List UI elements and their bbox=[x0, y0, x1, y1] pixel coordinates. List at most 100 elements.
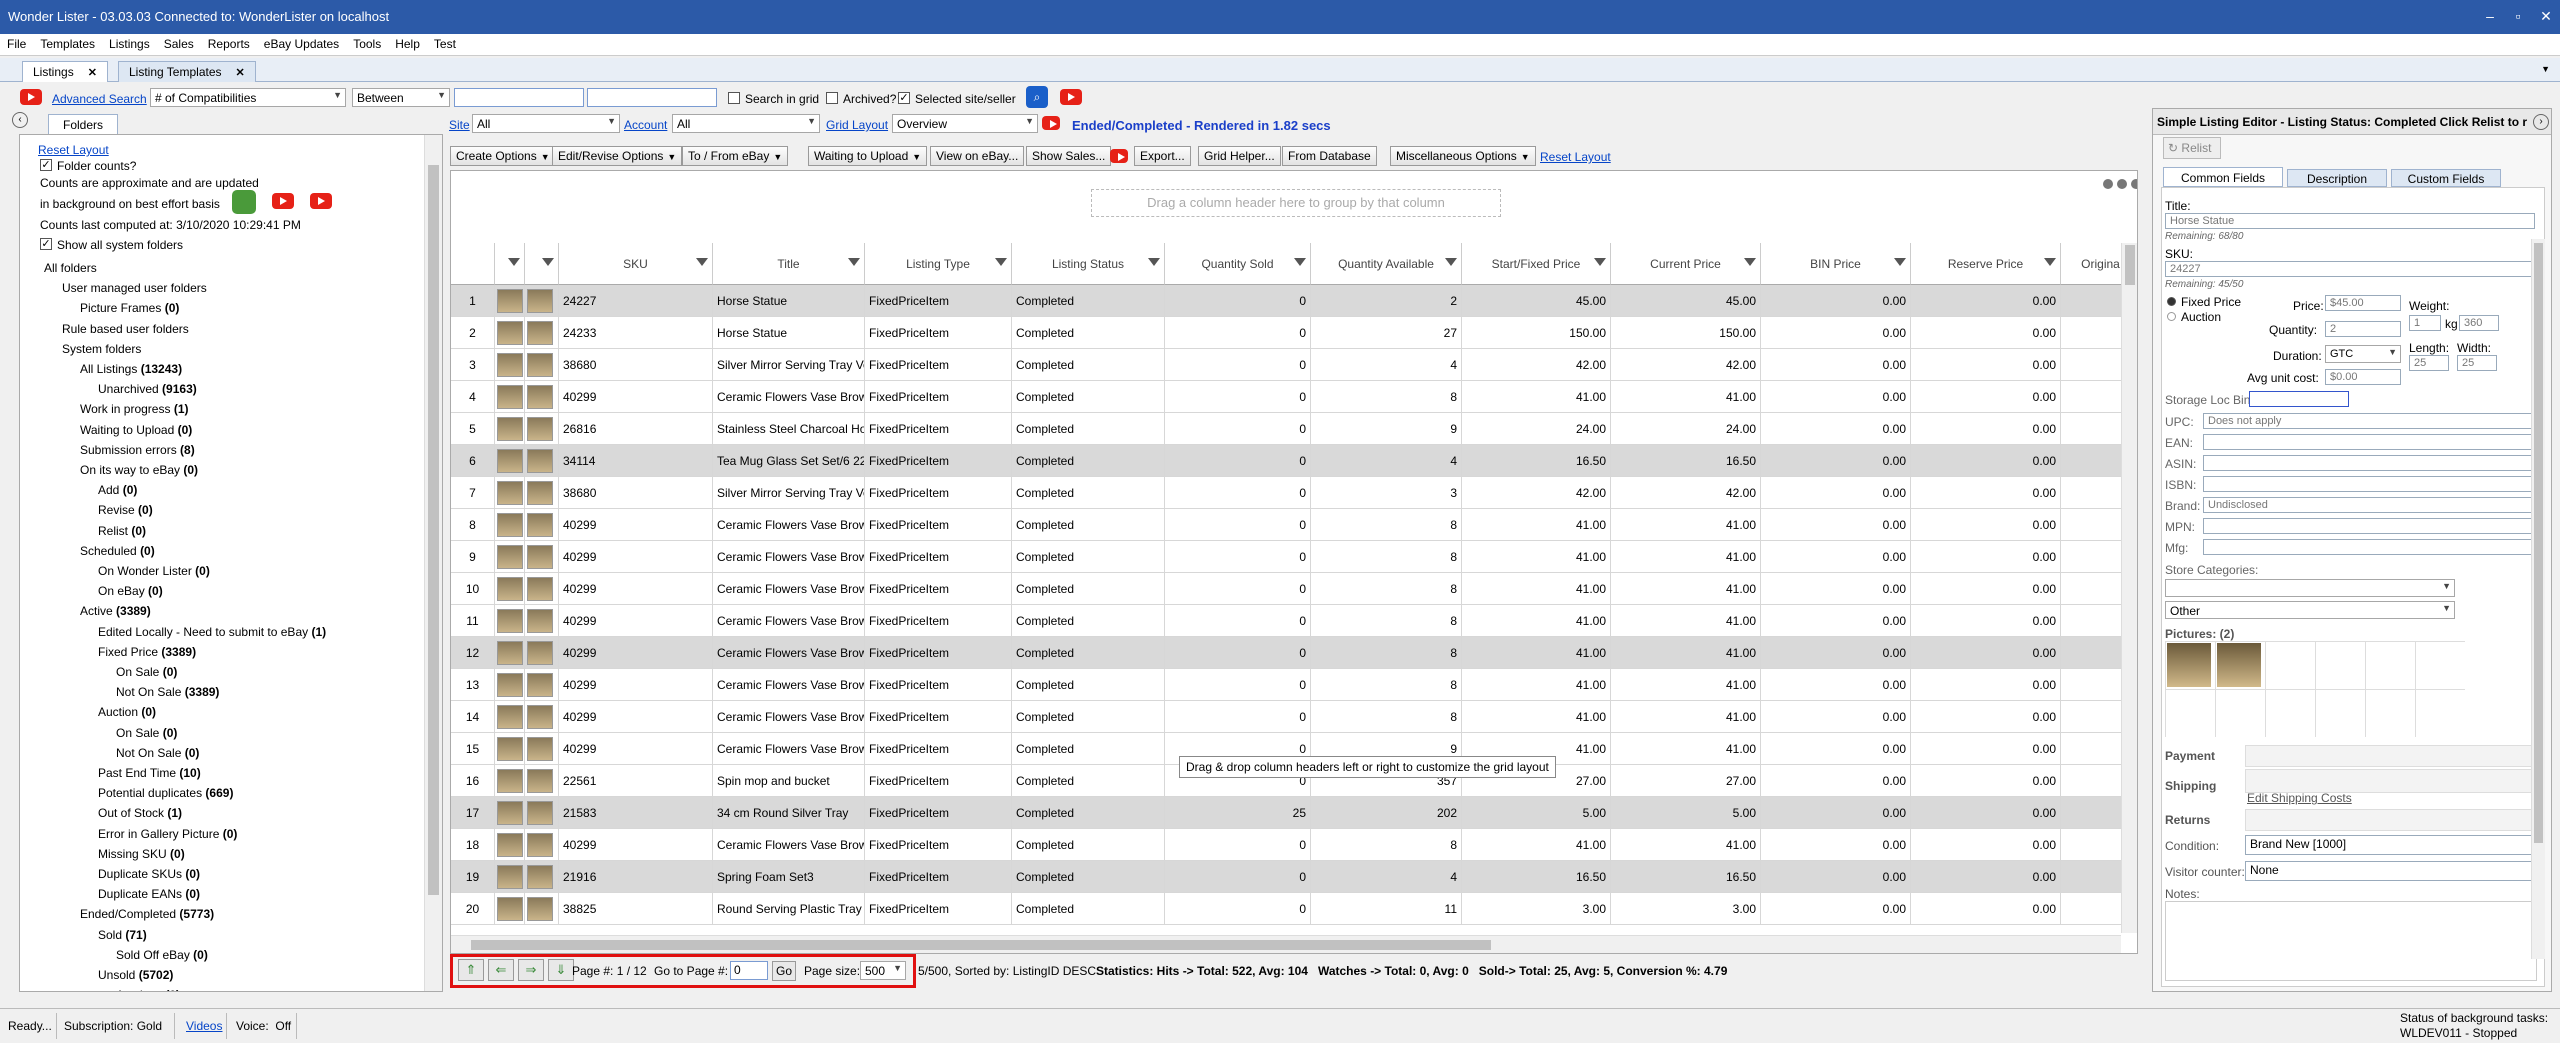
table-cell[interactable]: FixedPriceItem bbox=[865, 509, 1012, 541]
refresh-counts-icon[interactable] bbox=[232, 190, 256, 214]
table-cell[interactable]: 0.00 bbox=[1911, 541, 2061, 573]
table-cell[interactable]: 41.00 bbox=[1611, 381, 1761, 413]
table-cell[interactable]: Completed bbox=[1012, 637, 1165, 669]
table-cell[interactable]: Completed bbox=[1012, 413, 1165, 445]
table-cell[interactable]: FixedPriceItem bbox=[865, 861, 1012, 893]
toolbar-show-sales-button[interactable]: Show Sales... bbox=[1026, 146, 1112, 166]
folder-item[interactable]: Revise (0) bbox=[98, 503, 153, 517]
table-cell[interactable]: Completed bbox=[1012, 541, 1165, 573]
page-size-select[interactable]: 500 ▼ bbox=[860, 961, 906, 980]
youtube-icon[interactable] bbox=[1110, 149, 1128, 163]
table-cell[interactable]: 0 bbox=[1165, 669, 1311, 701]
thumbnail-cell[interactable] bbox=[495, 829, 525, 861]
filter-icon[interactable] bbox=[508, 258, 520, 266]
table-cell[interactable]: 8 bbox=[1311, 701, 1462, 733]
column-header[interactable]: Listing Status bbox=[1012, 243, 1165, 285]
table-cell[interactable]: FixedPriceItem bbox=[865, 445, 1012, 477]
menu-tools[interactable]: Tools bbox=[346, 34, 388, 54]
table-cell[interactable]: 25 bbox=[1165, 797, 1311, 829]
table-cell[interactable]: 0 bbox=[1165, 605, 1311, 637]
table-cell[interactable]: Silver Mirror Serving Tray Ve bbox=[713, 477, 865, 509]
picture-thumbnail[interactable] bbox=[2167, 643, 2211, 687]
column-header[interactable]: Title bbox=[713, 243, 865, 285]
table-cell[interactable]: FixedPriceItem bbox=[865, 701, 1012, 733]
table-cell[interactable]: 0.00 bbox=[1911, 349, 2061, 381]
grid-hscrollbar[interactable] bbox=[451, 935, 2121, 953]
table-cell[interactable]: 0.00 bbox=[1761, 893, 1911, 925]
toolbar-edit-revise-options-button[interactable]: Edit/Revise Options ▼ bbox=[552, 146, 683, 166]
folder-item[interactable]: On Sale (0) bbox=[116, 726, 177, 740]
table-cell[interactable]: Round Serving Plastic Tray 3 bbox=[713, 893, 865, 925]
thumbnail-cell[interactable] bbox=[495, 797, 525, 829]
table-cell[interactable]: Tea Mug Glass Set Set/6 22 bbox=[713, 445, 865, 477]
table-cell[interactable]: 38825 bbox=[559, 893, 713, 925]
table-cell[interactable]: 16.50 bbox=[1462, 445, 1611, 477]
folder-item[interactable]: On Wonder Lister (0) bbox=[98, 564, 210, 578]
tab-listing-templates[interactable]: Listing Templates ✕ bbox=[118, 61, 256, 82]
table-cell[interactable]: 40299 bbox=[559, 381, 713, 413]
table-cell[interactable]: 4 bbox=[1311, 349, 1462, 381]
thumbnail-cell[interactable] bbox=[525, 669, 559, 701]
toolbar-waiting-to-upload-button[interactable]: Waiting to Upload ▼ bbox=[808, 146, 928, 166]
table-cell[interactable]: 22561 bbox=[559, 765, 713, 797]
table-row[interactable]: 10 40299 Ceramic Flowers Vase Brow FixedPri… bbox=[451, 573, 2137, 605]
next-page-icon[interactable]: ⇒ bbox=[518, 959, 544, 981]
table-cell[interactable]: 0.00 bbox=[1761, 765, 1911, 797]
close-icon[interactable]: ✕ bbox=[2536, 6, 2556, 26]
table-cell[interactable]: 42.00 bbox=[1462, 349, 1611, 381]
thumbnail-cell[interactable] bbox=[525, 381, 559, 413]
table-row[interactable]: 3 38680 Silver Mirror Serving Tray Ve Fixed… bbox=[451, 349, 2137, 381]
folder-item[interactable]: Edited Locally - Need to submit to eBay … bbox=[98, 625, 326, 639]
selected-site-checkbox[interactable]: ✓ bbox=[898, 92, 910, 104]
table-cell[interactable]: FixedPriceItem bbox=[865, 381, 1012, 413]
folder-item[interactable]: Sold Off eBay (0) bbox=[116, 948, 208, 962]
table-cell[interactable]: 0.00 bbox=[1761, 573, 1911, 605]
editor-scrollbar[interactable] bbox=[2531, 239, 2545, 959]
folder-item[interactable]: All folders bbox=[44, 261, 97, 275]
table-cell[interactable]: 0.00 bbox=[1761, 285, 1911, 317]
table-cell[interactable]: 0 bbox=[1165, 317, 1311, 349]
table-cell[interactable]: 16.50 bbox=[1611, 445, 1761, 477]
thumbnail-cell[interactable] bbox=[525, 445, 559, 477]
table-cell[interactable]: 24233 bbox=[559, 317, 713, 349]
folder-item[interactable]: On its way to eBay (0) bbox=[80, 463, 198, 477]
table-row[interactable]: 18 40299 Ceramic Flowers Vase Brow FixedPri… bbox=[451, 829, 2137, 861]
table-cell[interactable]: 8 bbox=[1311, 637, 1462, 669]
table-cell[interactable]: 16.50 bbox=[1462, 861, 1611, 893]
folder-item[interactable]: Duplicate EANs (0) bbox=[98, 887, 200, 901]
table-cell[interactable]: 41.00 bbox=[1611, 573, 1761, 605]
thumbnail-cell[interactable] bbox=[525, 701, 559, 733]
table-cell[interactable]: 3.00 bbox=[1611, 893, 1761, 925]
table-cell[interactable]: 2 bbox=[1311, 285, 1462, 317]
table-cell[interactable]: 45.00 bbox=[1462, 285, 1611, 317]
table-cell[interactable]: Completed bbox=[1012, 669, 1165, 701]
menu-test[interactable]: Test bbox=[427, 34, 463, 54]
table-cell[interactable]: Ceramic Flowers Vase Brow bbox=[713, 669, 865, 701]
folder-item[interactable]: User managed user folders bbox=[62, 281, 207, 295]
youtube-icon[interactable] bbox=[20, 89, 42, 105]
filter-icon[interactable] bbox=[1744, 258, 1756, 266]
table-cell[interactable]: 41.00 bbox=[1462, 669, 1611, 701]
folder-item[interactable]: Scheduled (0) bbox=[80, 544, 155, 558]
first-page-icon[interactable]: ⇑ bbox=[458, 959, 484, 981]
table-cell[interactable]: 41.00 bbox=[1462, 701, 1611, 733]
thumbnail-cell[interactable] bbox=[525, 317, 559, 349]
thumbnail-cell[interactable] bbox=[495, 349, 525, 381]
table-cell[interactable]: 0 bbox=[1165, 381, 1311, 413]
table-cell[interactable]: FixedPriceItem bbox=[865, 413, 1012, 445]
table-cell[interactable]: 0.00 bbox=[1911, 797, 2061, 829]
table-cell[interactable]: 41.00 bbox=[1462, 573, 1611, 605]
visitor-counter-field[interactable]: None bbox=[2245, 861, 2535, 881]
table-cell[interactable]: 3.00 bbox=[1462, 893, 1611, 925]
table-cell[interactable]: 41.00 bbox=[1462, 605, 1611, 637]
table-cell[interactable]: 41.00 bbox=[1611, 733, 1761, 765]
table-cell[interactable]: 45.00 bbox=[1611, 285, 1761, 317]
show-system-folders-checkbox[interactable]: ✓ bbox=[40, 238, 52, 250]
folder-item[interactable]: Auctions (0) bbox=[116, 988, 180, 991]
table-cell[interactable]: FixedPriceItem bbox=[865, 285, 1012, 317]
youtube-icon[interactable] bbox=[310, 193, 332, 209]
table-row[interactable]: 14 40299 Ceramic Flowers Vase Brow FixedPri… bbox=[451, 701, 2137, 733]
table-cell[interactable]: FixedPriceItem bbox=[865, 349, 1012, 381]
thumbnail-cell[interactable] bbox=[495, 285, 525, 317]
search-in-grid-checkbox[interactable] bbox=[728, 92, 740, 104]
